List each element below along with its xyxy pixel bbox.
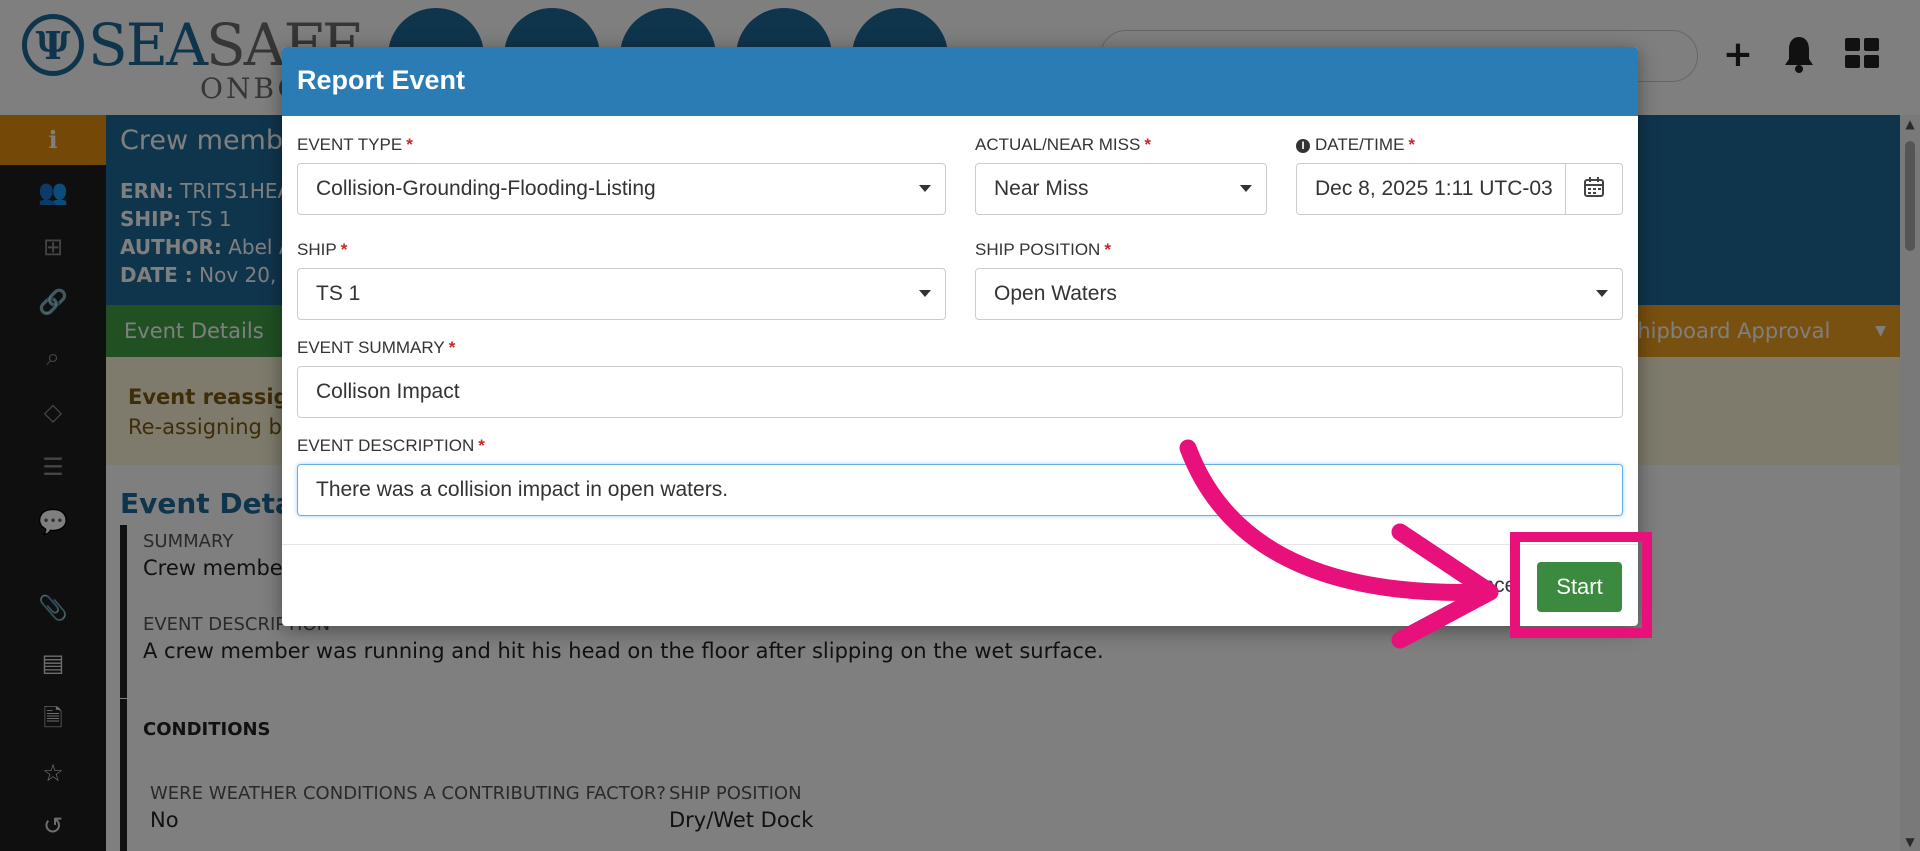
ship-position-value: Open Waters [994, 282, 1117, 305]
event-type-label: EVENT TYPE [297, 135, 403, 154]
actual-near-miss-select[interactable]: Near Miss [975, 163, 1267, 215]
report-event-modal: Report Event EVENT TYPE * Collision-Groun… [282, 47, 1638, 626]
caret-down-icon [1240, 185, 1252, 192]
caret-down-icon [1596, 290, 1608, 297]
caret-down-icon [919, 185, 931, 192]
required-mark: * [406, 135, 413, 154]
datetime-input[interactable]: Dec 8, 2025 1:11 UTC-03 [1296, 163, 1566, 215]
ship-value: TS 1 [316, 282, 361, 305]
event-description-value: There was a collision impact in open wat… [316, 478, 729, 501]
required-mark: * [1104, 240, 1111, 259]
required-mark: * [1408, 135, 1416, 154]
datetime-label: DATE/TIME [1315, 135, 1405, 154]
required-mark: * [448, 338, 456, 357]
ship-position-select[interactable]: Open Waters [975, 268, 1623, 320]
caret-down-icon [919, 290, 931, 297]
calendar-picker-button[interactable] [1566, 163, 1623, 215]
actual-near-miss-value: Near Miss [994, 177, 1089, 200]
info-circle-icon[interactable]: i [1296, 139, 1310, 153]
modal-title: Report Event [297, 65, 466, 95]
required-mark: * [1144, 135, 1151, 154]
start-button-highlight [1510, 532, 1652, 638]
event-summary-label: EVENT SUMMARY [297, 338, 445, 357]
ship-position-label: SHIP POSITION [975, 240, 1101, 259]
event-summary-value: Collison Impact [316, 380, 460, 403]
modal-header: Report Event [282, 47, 1638, 116]
event-summary-input[interactable]: Collison Impact [297, 366, 1623, 418]
calendar-icon [1584, 177, 1604, 197]
actual-near-miss-label: ACTUAL/NEAR MISS [975, 135, 1141, 154]
event-description-input[interactable]: There was a collision impact in open wat… [297, 464, 1623, 516]
event-description-label: EVENT DESCRIPTION [297, 436, 475, 455]
required-mark: * [478, 436, 485, 455]
cancel-button[interactable]: ncel [1425, 561, 1521, 611]
event-type-select[interactable]: Collision-Grounding-Flooding-Listing [297, 163, 946, 215]
event-type-value: Collision-Grounding-Flooding-Listing [316, 177, 656, 200]
ship-label: SHIP [297, 240, 337, 259]
datetime-value: Dec 8, 2025 1:11 UTC-03 [1315, 177, 1553, 200]
modal-footer-divider [282, 544, 1638, 545]
required-mark: * [340, 240, 348, 259]
ship-select[interactable]: TS 1 [297, 268, 946, 320]
